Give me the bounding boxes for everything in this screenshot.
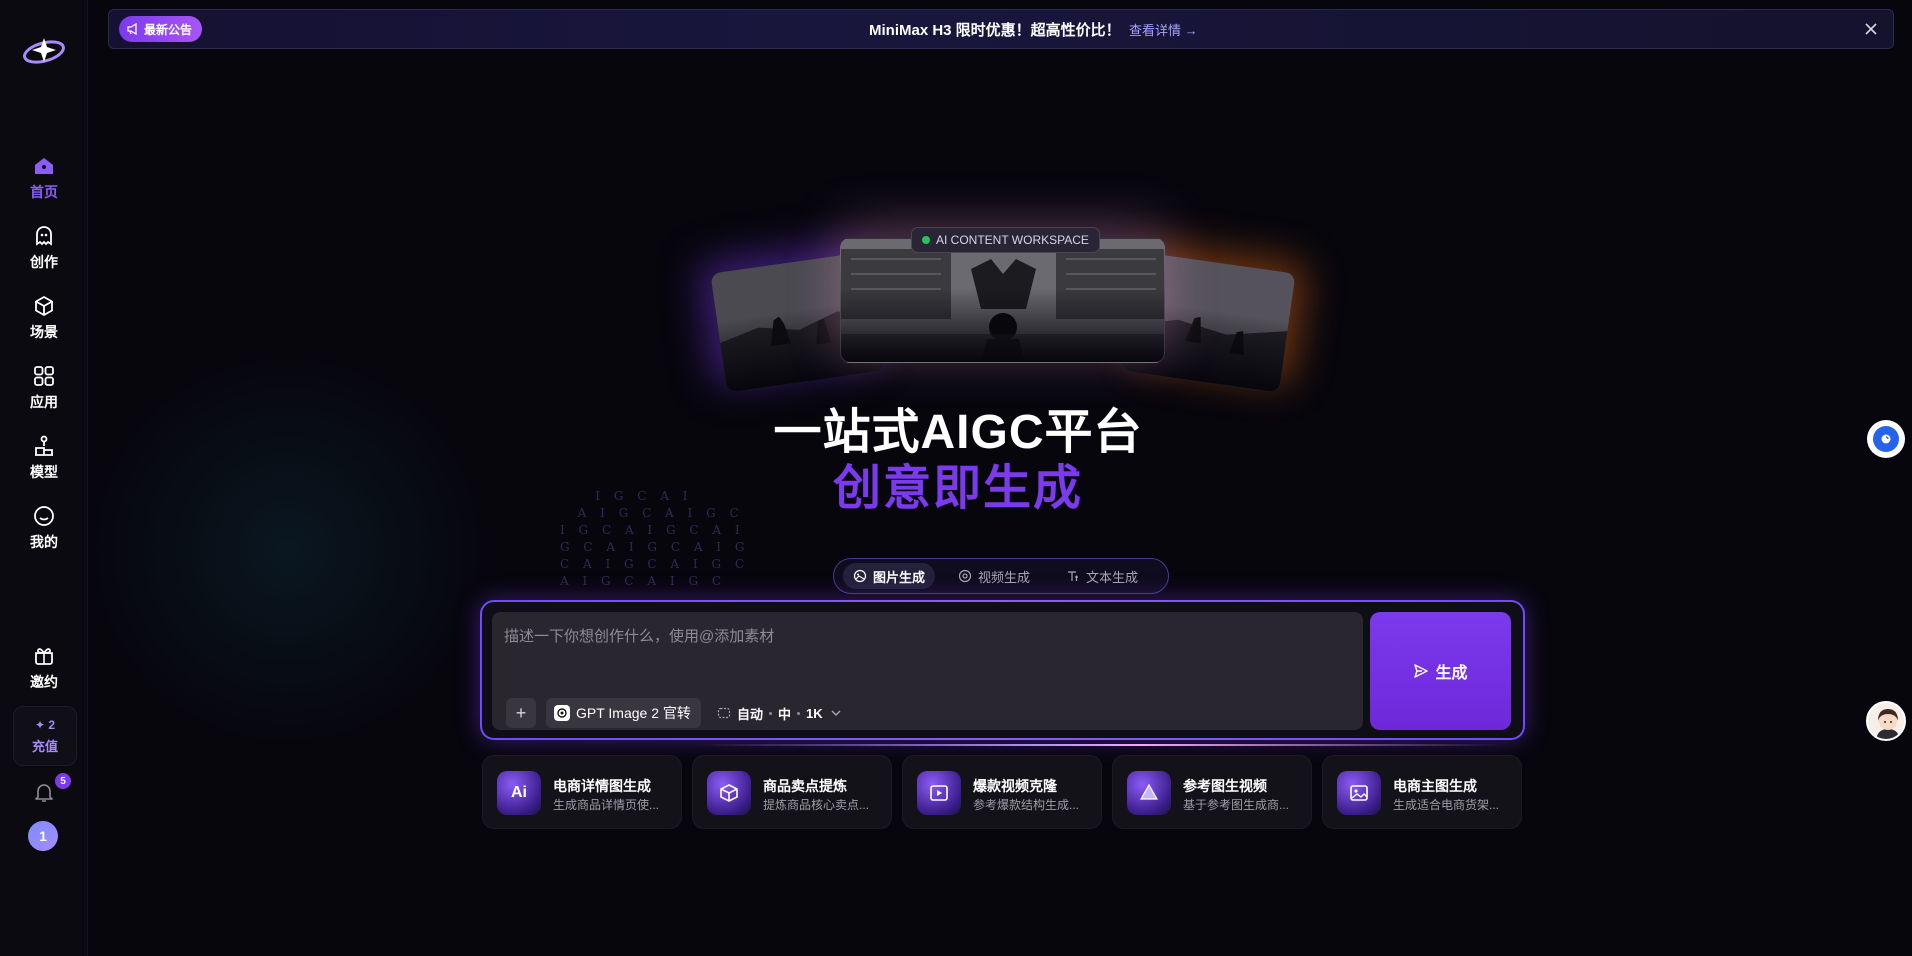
quick-action-title: 电商主图生成 (1393, 778, 1477, 794)
param-quality: 中 (778, 706, 792, 722)
sidebar-item-invite[interactable]: 邀约 (0, 644, 88, 702)
card-fade (841, 288, 1164, 362)
prompt-panel: + GPT Image 2 官转 自动 中 1K 生成 (480, 600, 1525, 740)
announcement-link[interactable]: 查看详情 → (1129, 10, 1198, 48)
prism-icon (1127, 771, 1171, 815)
avatar[interactable]: 1 (28, 821, 58, 851)
tab-text-generation[interactable]: 文本生成 (1056, 563, 1148, 589)
prompt-input-area: + GPT Image 2 官转 自动 中 1K (492, 612, 1363, 730)
logo-icon[interactable] (20, 30, 68, 70)
ai-icon: Ai (497, 771, 541, 815)
hero-subtitle: 创意即生成 (832, 462, 1083, 515)
quick-action-title: 商品卖点提炼 (763, 778, 847, 794)
announcement-badge-label: 最新公告 (144, 22, 193, 37)
text-gen-icon (1068, 571, 1078, 581)
recharge-label: 充值 (31, 738, 58, 754)
chevron-down-icon (831, 710, 841, 716)
chat-bubble-icon (1873, 426, 1899, 452)
notification-badge: 5 (55, 773, 71, 789)
cube-icon (35, 296, 53, 316)
assistant-avatar[interactable] (1866, 701, 1906, 741)
aspect-ratio-icon (717, 707, 731, 719)
generation-params[interactable]: 自动 中 1K (717, 698, 843, 728)
quick-action-title: 参考图生视频 (1183, 778, 1267, 794)
quick-action-desc: 生成适合电商货架... (1393, 798, 1500, 812)
param-resolution: 1K (806, 705, 823, 721)
workspace-badge-label: AI CONTENT WORKSPACE (936, 233, 1089, 247)
image-gen-icon (853, 569, 867, 583)
quick-action-desc: 参考爆款结构生成... (973, 798, 1080, 812)
separator-dot (769, 711, 773, 715)
recharge-button[interactable]: ✦ 2 充值 (13, 706, 77, 766)
quick-action-card[interactable]: Ai 电商详情图生成 生成商品详情页使... (482, 755, 682, 829)
tab-label: 文本生成 (1086, 569, 1139, 585)
announcement-bar: 最新公告 MiniMax H3 限时优惠！超高性价比！ 查看详情 → (108, 9, 1894, 49)
gift-icon (35, 648, 53, 665)
quick-action-card[interactable]: 爆款视频克隆 参考爆款结构生成... (902, 755, 1102, 829)
tab-image-generation[interactable]: 图片生成 (843, 563, 936, 589)
quick-action-desc: 基于参考图生成商... (1183, 798, 1290, 812)
prompt-box: + GPT Image 2 官转 自动 中 1K 生成 (482, 602, 1523, 738)
tab-label: 视频生成 (978, 569, 1031, 585)
generate-button[interactable]: 生成 (1370, 612, 1511, 730)
tab-video-generation[interactable]: 视频生成 (948, 563, 1040, 589)
quick-action-title: 爆款视频克隆 (973, 778, 1057, 794)
quick-action-card[interactable]: 参考图生视频 基于参考图生成商... (1112, 755, 1312, 829)
model-name: GPT Image 2 官转 (576, 705, 691, 721)
close-icon[interactable] (1863, 21, 1879, 37)
recharge-count: ✦ 2 (34, 717, 56, 732)
quick-action-desc: 提炼商品核心卖点... (763, 798, 870, 812)
announcement-badge: 最新公告 (119, 16, 203, 42)
quick-action-card[interactable]: 商品卖点提炼 提炼商品核心卖点... (692, 755, 892, 829)
sidebar-item-label: 场景 (30, 324, 58, 340)
sidebar-item-scene[interactable]: 场景 (0, 294, 88, 352)
box-icon (707, 771, 751, 815)
quick-action-desc: 生成商品详情页使... (553, 798, 660, 812)
add-material-button[interactable]: + (506, 698, 536, 728)
home-icon (35, 158, 53, 174)
send-icon (1414, 664, 1429, 678)
support-chat-button[interactable] (1867, 420, 1905, 458)
mode-tabs: 图片生成 视频生成 文本生成 (833, 558, 1169, 594)
announcement-text: MiniMax H3 限时优惠！超高性价比！ (869, 21, 1121, 39)
play-icon (917, 771, 961, 815)
sidebar-item-home[interactable]: 首页 (0, 154, 88, 212)
status-dot (922, 236, 930, 244)
bell-icon[interactable] (32, 780, 56, 804)
ghost-icon (36, 226, 52, 246)
openai-icon (554, 705, 570, 721)
quick-action-card[interactable]: 电商主图生成 生成适合电商货架... (1322, 755, 1522, 829)
generate-label: 生成 (1435, 665, 1468, 682)
param-ratio: 自动 (737, 706, 764, 722)
tab-label: 图片生成 (873, 569, 926, 585)
sidebar-item-label: 首页 (30, 184, 58, 200)
image-icon (1337, 771, 1381, 815)
megaphone-icon (127, 23, 137, 35)
prompt-input[interactable] (504, 624, 1344, 648)
video-gen-icon (958, 569, 972, 583)
sidebar-item-label: 我的 (30, 534, 58, 550)
prompt-glow-line (700, 744, 1500, 746)
invite-label: 邀约 (30, 674, 58, 690)
hero-image-center (840, 238, 1165, 363)
grid-icon (34, 366, 54, 386)
separator-dot (797, 711, 801, 715)
quick-action-title: 电商详情图生成 (553, 778, 651, 794)
model-selector[interactable]: GPT Image 2 官转 (546, 698, 701, 728)
sidebar-item-label: 创作 (30, 254, 58, 270)
sidebar-item-create[interactable]: 创作 (0, 224, 88, 282)
workspace-badge: AI CONTENT WORKSPACE (911, 227, 1100, 253)
